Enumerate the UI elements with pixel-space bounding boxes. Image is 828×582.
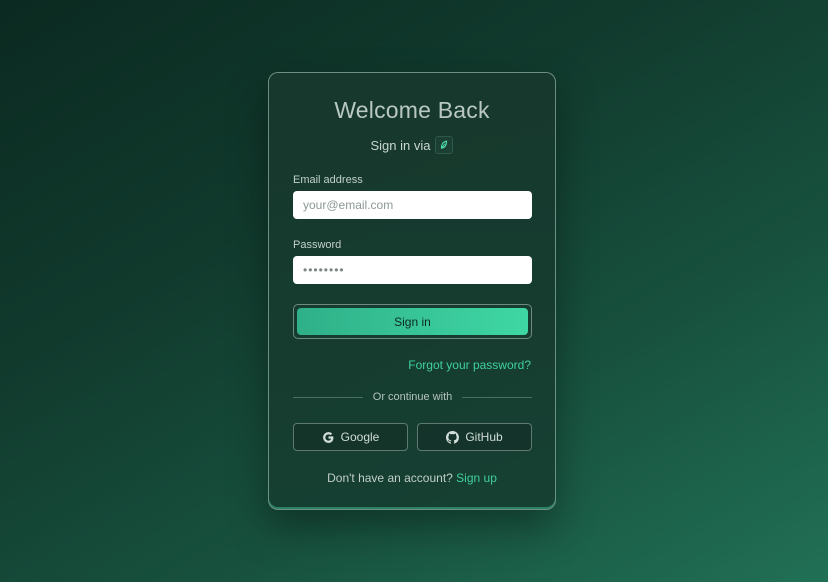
google-button-label: Google: [340, 430, 380, 444]
divider-line-right: [462, 396, 533, 398]
google-button[interactable]: Google: [293, 423, 408, 451]
github-button-label: GitHub: [465, 430, 503, 444]
page-title: Welcome Back: [334, 97, 490, 123]
forgot-password-link[interactable]: Forgot your password?: [408, 358, 531, 372]
sign-up-link[interactable]: Sign up: [456, 471, 497, 485]
email-label: Email address: [293, 174, 363, 186]
github-icon: [446, 430, 460, 444]
password-field[interactable]: [293, 256, 532, 284]
page-background: { "login": { "title": "Welcome Back", "s…: [0, 0, 828, 582]
sign-in-via-row: Sign in via: [269, 136, 555, 154]
login-card: Welcome Back Sign in via Email address P…: [268, 72, 556, 510]
subtitle: Sign in via: [370, 137, 431, 153]
divider-line-left: [293, 396, 363, 398]
signup-prompt: Don't have an account? Sign up: [269, 471, 555, 485]
sign-in-button[interactable]: Sign in: [297, 308, 528, 335]
github-button[interactable]: GitHub: [417, 423, 532, 451]
sign-in-button-frame: Sign in: [293, 304, 532, 339]
divider-text: Or continue with: [372, 391, 453, 403]
signup-prompt-text: Don't have an account?: [327, 471, 453, 485]
continue-with-divider: Or continue with: [293, 391, 533, 403]
leaf-icon: [435, 136, 454, 154]
email-field[interactable]: [293, 191, 532, 219]
password-label: Password: [293, 239, 342, 251]
google-icon: [322, 431, 335, 444]
